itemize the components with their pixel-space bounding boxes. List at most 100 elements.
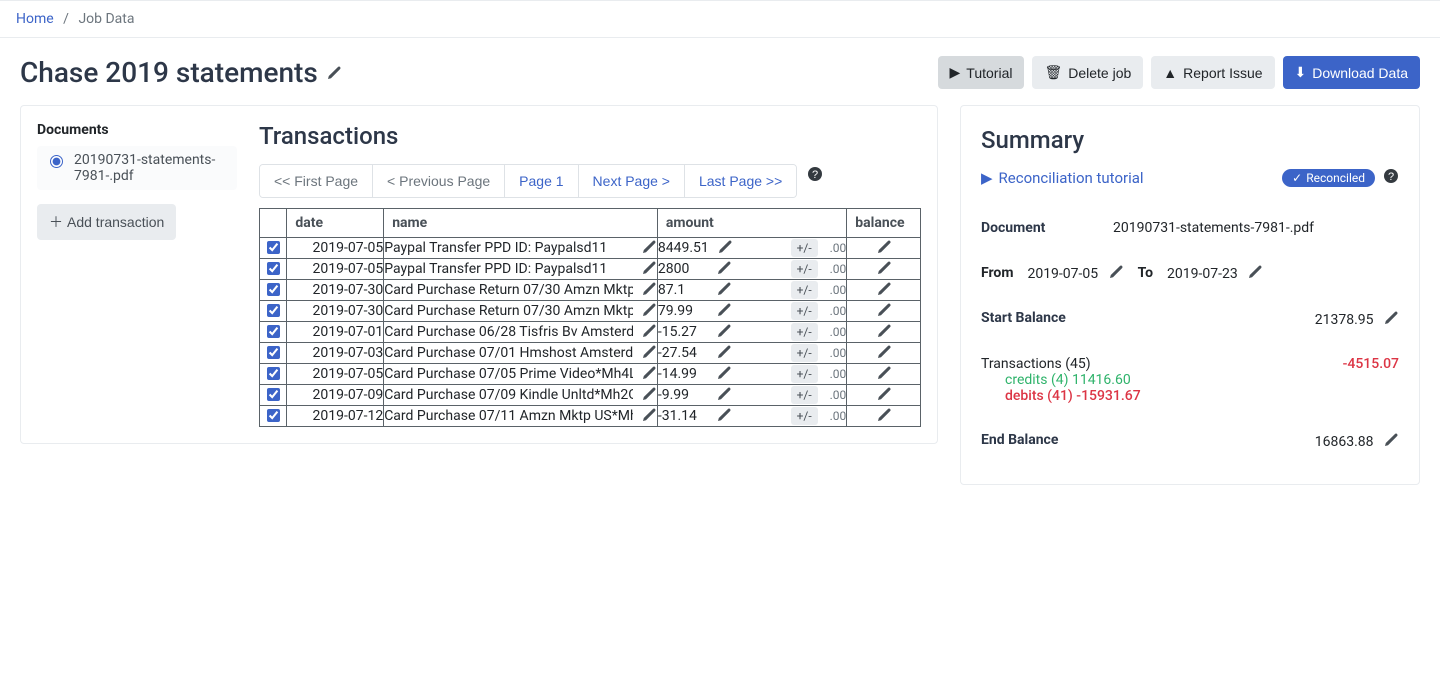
start-balance-label: Start Balance	[981, 310, 1303, 326]
row-checkbox[interactable]	[267, 283, 280, 296]
toggle-sign-button[interactable]: +/-	[791, 386, 818, 404]
toggle-sign-button[interactable]: +/-	[791, 344, 818, 362]
edit-balance-icon[interactable]	[876, 325, 892, 341]
row-checkbox[interactable]	[267, 409, 280, 422]
row-checkbox[interactable]	[267, 388, 280, 401]
add-transaction-button[interactable]: ＋ Add transaction	[37, 204, 176, 240]
row-name: Paypal Transfer PPD ID: Paypalsd11	[384, 261, 633, 277]
edit-amount-icon[interactable]	[716, 407, 732, 425]
document-name: 20190731-statements-7981-.pdf	[74, 152, 229, 184]
decimal-hint: .00	[826, 409, 847, 423]
transactions-table: date name amount balance 2019-07-05 Payp…	[259, 208, 921, 427]
edit-amount-icon[interactable]	[716, 323, 732, 341]
toggle-sign-button[interactable]: +/-	[791, 239, 818, 257]
edit-amount-icon[interactable]	[716, 386, 732, 404]
table-row: 2019-07-01 Card Purchase 06/28 Tisfris B…	[260, 322, 921, 343]
to-value[interactable]: 2019-07-23	[1167, 264, 1263, 282]
row-checkbox[interactable]	[267, 367, 280, 380]
edit-start-balance-icon[interactable]	[1383, 312, 1399, 328]
from-label: From	[981, 265, 1013, 281]
row-checkbox[interactable]	[267, 325, 280, 338]
download-data-button[interactable]: ⬇ Download Data	[1283, 56, 1420, 89]
decimal-hint: .00	[826, 388, 847, 402]
edit-name-icon[interactable]	[641, 239, 657, 257]
edit-balance-icon[interactable]	[876, 304, 892, 320]
edit-name-icon[interactable]	[641, 365, 657, 383]
report-issue-button[interactable]: ▲ Report Issue	[1151, 56, 1274, 89]
edit-to-icon[interactable]	[1247, 266, 1263, 282]
edit-name-icon[interactable]	[641, 407, 657, 425]
svg-text:?: ?	[1388, 171, 1394, 183]
credits-line: credits (4) 11416.60	[1005, 372, 1141, 388]
pager-last[interactable]: Last Page >>	[685, 165, 796, 197]
decimal-hint: .00	[826, 304, 847, 318]
toggle-sign-button[interactable]: +/-	[791, 365, 818, 383]
pager-first[interactable]: << First Page	[260, 165, 373, 197]
end-balance-value[interactable]: 16863.88	[1315, 432, 1399, 450]
edit-amount-icon[interactable]	[716, 260, 732, 278]
edit-name-icon[interactable]	[641, 323, 657, 341]
edit-title-icon[interactable]	[326, 60, 342, 85]
row-checkbox[interactable]	[267, 346, 280, 359]
edit-name-icon[interactable]	[641, 260, 657, 278]
decimal-hint: .00	[826, 283, 847, 297]
toggle-sign-button[interactable]: +/-	[791, 302, 818, 320]
start-balance-value[interactable]: 21378.95	[1315, 310, 1399, 328]
row-date: 2019-07-03	[287, 343, 384, 364]
edit-name-icon[interactable]	[641, 386, 657, 404]
to-value-text: 2019-07-23	[1167, 266, 1238, 282]
pager-help-icon[interactable]: ?	[807, 166, 823, 182]
delete-job-button[interactable]: 🗑 Delete job	[1032, 56, 1143, 89]
edit-amount-icon[interactable]	[716, 302, 732, 320]
documents-heading: Documents	[37, 122, 237, 138]
toggle-sign-button[interactable]: +/-	[791, 281, 818, 299]
from-value[interactable]: 2019-07-05	[1027, 264, 1123, 282]
edit-balance-icon[interactable]	[876, 241, 892, 257]
breadcrumb-home[interactable]: Home	[16, 11, 54, 27]
document-radio[interactable]	[50, 155, 63, 168]
table-row: 2019-07-05 Paypal Transfer PPD ID: Paypa…	[260, 238, 921, 259]
pager-prev[interactable]: < Previous Page	[373, 165, 505, 197]
edit-amount-icon[interactable]	[717, 239, 733, 257]
reconciled-help-icon[interactable]: ?	[1383, 168, 1399, 188]
edit-end-balance-icon[interactable]	[1383, 434, 1399, 450]
toggle-sign-button[interactable]: +/-	[791, 323, 818, 341]
edit-balance-icon[interactable]	[876, 388, 892, 404]
edit-amount-icon[interactable]	[716, 365, 732, 383]
edit-balance-icon[interactable]	[876, 367, 892, 383]
row-checkbox[interactable]	[267, 304, 280, 317]
trash-icon: 🗑	[1044, 64, 1062, 81]
document-item[interactable]: 20190731-statements-7981-.pdf	[37, 146, 237, 190]
pager-next[interactable]: Next Page >	[579, 165, 685, 197]
row-name: Card Purchase 07/09 Kindle Unltd*Mh2O99	[384, 387, 633, 403]
row-date: 2019-07-30	[287, 301, 384, 322]
row-name: Card Purchase 07/01 Hmshost Amsterdam S	[384, 345, 633, 361]
reconciliation-tutorial-link[interactable]: ▶ Reconciliation tutorial	[981, 169, 1144, 187]
edit-from-icon[interactable]	[1108, 266, 1124, 282]
report-issue-label: Report Issue	[1183, 65, 1262, 81]
edit-amount-icon[interactable]	[716, 344, 732, 362]
tutorial-button[interactable]: ▶ Tutorial	[938, 56, 1025, 89]
edit-name-icon[interactable]	[641, 344, 657, 362]
edit-balance-icon[interactable]	[876, 409, 892, 425]
col-date: date	[287, 209, 384, 238]
edit-balance-icon[interactable]	[876, 262, 892, 278]
edit-name-icon[interactable]	[641, 281, 657, 299]
edit-name-icon[interactable]	[641, 302, 657, 320]
tutorial-label: Tutorial	[966, 65, 1012, 81]
edit-amount-icon[interactable]	[716, 281, 732, 299]
summary-document-label: Document	[981, 220, 1101, 236]
page-title-text: Chase 2019 statements	[20, 56, 318, 89]
toggle-sign-button[interactable]: +/-	[791, 260, 818, 278]
download-icon: ⬇	[1295, 64, 1307, 81]
to-label: To	[1138, 265, 1153, 281]
edit-balance-icon[interactable]	[876, 283, 892, 299]
delete-job-label: Delete job	[1068, 65, 1131, 81]
row-checkbox[interactable]	[267, 241, 280, 254]
edit-balance-icon[interactable]	[876, 346, 892, 362]
row-amount: 87.1	[658, 282, 708, 298]
row-checkbox[interactable]	[267, 262, 280, 275]
breadcrumb: Home / Job Data	[0, 0, 1440, 38]
row-date: 2019-07-05	[287, 364, 384, 385]
toggle-sign-button[interactable]: +/-	[791, 407, 818, 425]
